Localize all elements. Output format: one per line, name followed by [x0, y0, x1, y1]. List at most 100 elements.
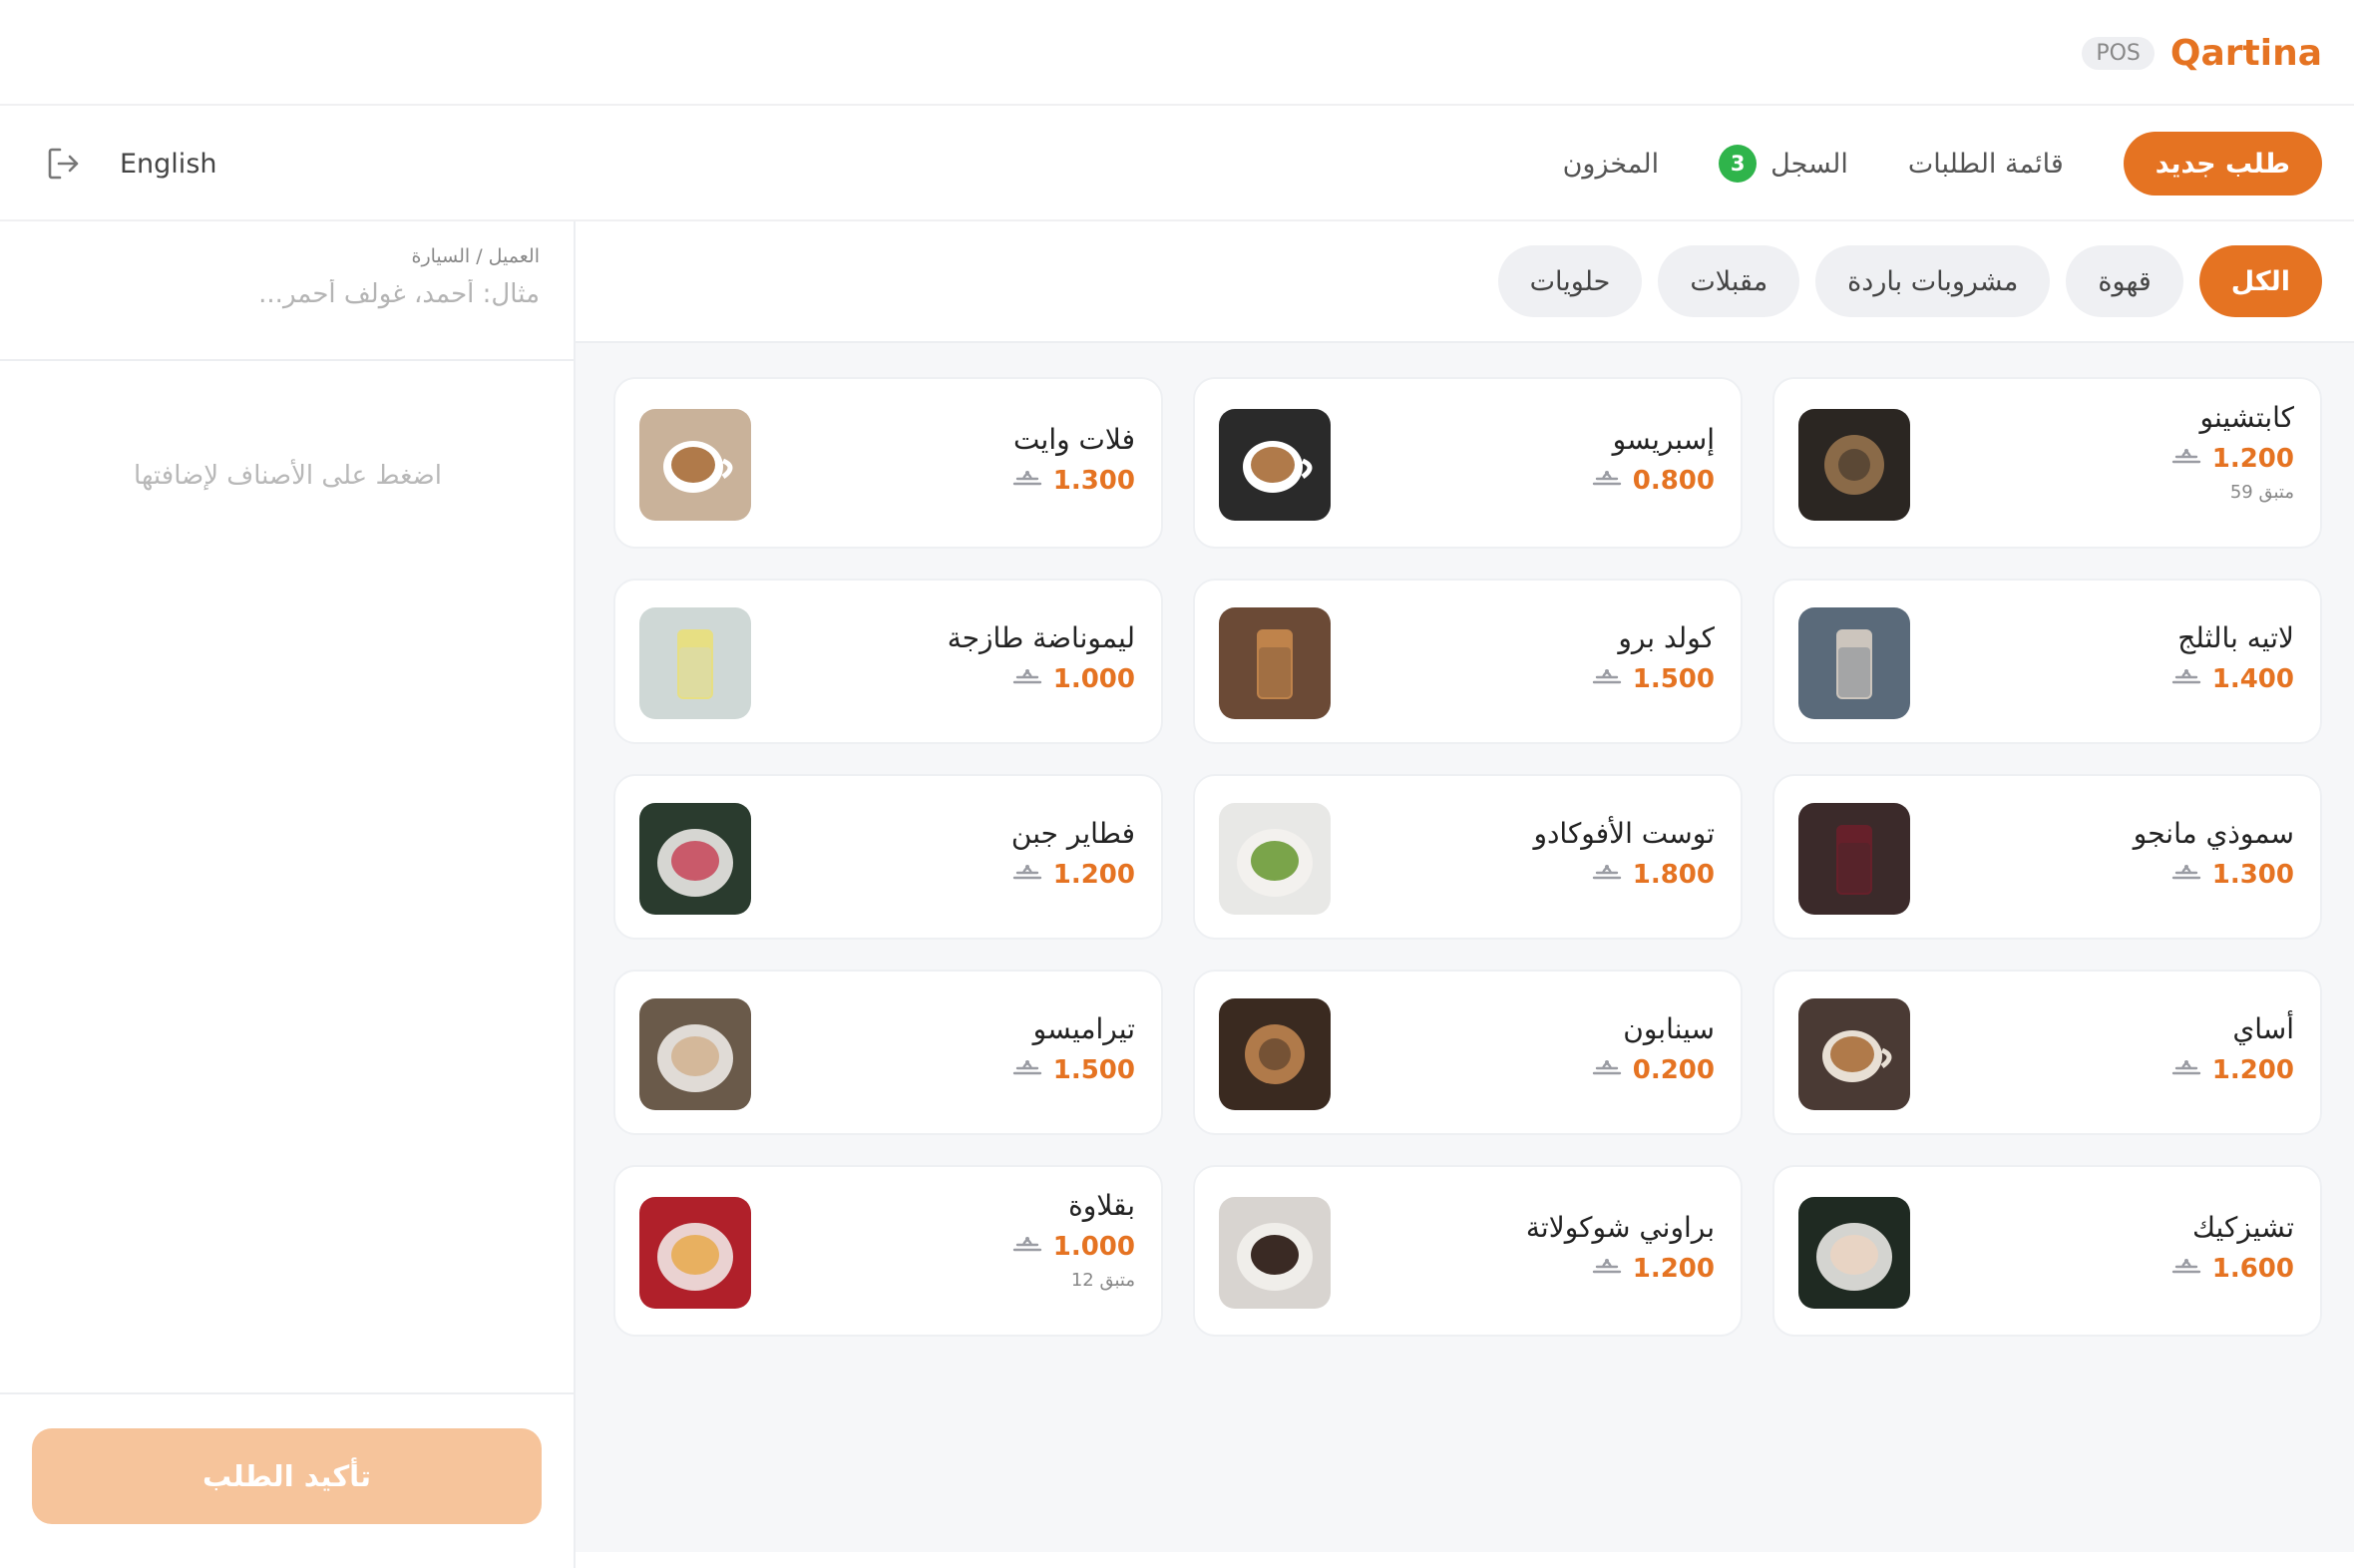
- product-card[interactable]: سموذي مانجو 1.300: [1772, 774, 2322, 940]
- product-price: 0.800: [1632, 466, 1715, 496]
- product-card[interactable]: أساي 1.200: [1772, 970, 2322, 1135]
- product-name: فلات وايت: [1013, 423, 1135, 456]
- product-info: إسبريسو 0.800: [1591, 423, 1715, 496]
- product-info: بقلاوة 1.000 12 متبق: [1011, 1189, 1135, 1291]
- currency-icon: [2170, 664, 2202, 694]
- category-appetizers[interactable]: مقبلات: [1658, 245, 1800, 317]
- tab-inventory[interactable]: المخزون: [1563, 149, 1660, 180]
- category-all[interactable]: الكل: [2198, 245, 2322, 317]
- product-price: 0.200: [1632, 1055, 1715, 1085]
- category-bar: الكل قهوة مشروبات باردة مقبلات حلويات: [576, 221, 2354, 343]
- product-price-row: 1.600: [2170, 1254, 2294, 1284]
- category-filters: الكل قهوة مشروبات باردة مقبلات حلويات: [1497, 245, 2322, 317]
- product-card[interactable]: كولد برو 1.500: [1193, 579, 1743, 744]
- currency-icon: [1591, 466, 1623, 496]
- product-info: كولد برو 1.500: [1591, 621, 1715, 694]
- product-price: 1.200: [1052, 860, 1135, 890]
- product-card[interactable]: سينابون 0.200: [1193, 970, 1743, 1135]
- tab-label: السجل: [1770, 148, 1848, 180]
- product-name: سينابون: [1623, 1012, 1715, 1045]
- product-price-row: 1.200: [1526, 1254, 1715, 1284]
- product-card[interactable]: لاتيه بالثلج 1.400: [1772, 579, 2322, 744]
- product-info: تشيزكيك 1.600: [2170, 1211, 2294, 1284]
- product-info: فلات وايت 1.300: [1011, 423, 1135, 496]
- product-price-row: 1.400: [2170, 664, 2294, 694]
- language-switch[interactable]: English: [120, 149, 217, 180]
- currency-icon: [1011, 1232, 1043, 1262]
- product-name: كولد برو: [1618, 621, 1715, 654]
- product-info: كابتشينو 1.200 59 متبق: [2170, 401, 2294, 503]
- confirm-order-button[interactable]: تأكيد الطلب: [32, 1428, 542, 1524]
- product-name: فطاير جبن: [1010, 817, 1135, 850]
- product-name: تشيزكيك: [2191, 1211, 2294, 1244]
- tab-new-order[interactable]: طلب جديد: [2123, 132, 2322, 196]
- product-info: ليموناضة طازجة 1.000: [948, 621, 1135, 694]
- top-bar: Qartina POS: [0, 0, 2354, 106]
- currency-icon: [1011, 1055, 1043, 1085]
- currency-icon: [1591, 1254, 1623, 1284]
- logout-icon[interactable]: [44, 144, 84, 184]
- product-price: 1.600: [2211, 1254, 2294, 1284]
- customer-section: العميل / السيارة: [0, 221, 574, 361]
- history-count-badge: 3: [1719, 145, 1758, 183]
- product-image: [1219, 409, 1331, 521]
- product-name: كابتشينو: [2199, 401, 2294, 434]
- product-info: فطاير جبن 1.200: [1011, 817, 1135, 890]
- product-image: [1798, 803, 1910, 915]
- product-card[interactable]: ليموناضة طازجة 1.000: [613, 579, 1163, 744]
- product-info: تيراميسو 1.500: [1011, 1012, 1135, 1085]
- product-grid: كابتشينو 1.200 59 متبق إسبريسو 0.800 فلا…: [613, 377, 2322, 1337]
- category-desserts[interactable]: حلويات: [1497, 245, 1643, 317]
- tab-label: المخزون: [1562, 148, 1660, 180]
- product-price: 1.200: [2211, 444, 2294, 474]
- product-price: 1.500: [1632, 664, 1715, 694]
- product-price-row: 0.800: [1591, 466, 1715, 496]
- product-area: الكل قهوة مشروبات باردة مقبلات حلويات كا…: [576, 221, 2354, 1552]
- product-image: [639, 998, 751, 1110]
- category-cold-drinks[interactable]: مشروبات باردة: [1815, 245, 2051, 317]
- product-card[interactable]: تشيزكيك 1.600: [1772, 1165, 2322, 1337]
- product-price-row: 0.200: [1591, 1055, 1715, 1085]
- product-card[interactable]: تيراميسو 1.500: [613, 970, 1163, 1135]
- product-image: [1798, 607, 1910, 719]
- product-image: [1798, 409, 1910, 521]
- category-coffee[interactable]: قهوة: [2066, 245, 2183, 317]
- nav-tabs: طلب جديد قائمة الطلبات السجل 3 المخزون: [1563, 132, 2322, 196]
- product-card[interactable]: براوني شوكولاتة 1.200: [1193, 1165, 1743, 1337]
- product-price: 1.500: [1052, 1055, 1135, 1085]
- product-price-row: 1.000: [1011, 1232, 1135, 1262]
- brand-name: Qartina: [2169, 32, 2322, 74]
- currency-icon: [1011, 466, 1043, 496]
- product-price: 1.200: [1632, 1254, 1715, 1284]
- product-card[interactable]: فلات وايت 1.300: [613, 377, 1163, 549]
- product-name: توست الأفوكادو: [1533, 817, 1715, 850]
- product-image: [1798, 1197, 1910, 1309]
- product-info: أساي 1.200: [2170, 1012, 2294, 1085]
- product-name: ليموناضة طازجة: [947, 621, 1135, 654]
- order-panel: العميل / السيارة اضغط على الأصناف لإضافت…: [0, 221, 576, 1568]
- currency-icon: [1011, 664, 1043, 694]
- customer-input[interactable]: [34, 279, 540, 309]
- product-card[interactable]: إسبريسو 0.800: [1193, 377, 1743, 549]
- product-image: [639, 607, 751, 719]
- product-price: 1.000: [1052, 664, 1135, 694]
- product-name: تيراميسو: [1032, 1012, 1135, 1045]
- product-price: 1.200: [2211, 1055, 2294, 1085]
- nav-left-controls: English: [44, 144, 217, 184]
- tab-orders-list[interactable]: قائمة الطلبات: [1908, 149, 2064, 180]
- product-card[interactable]: كابتشينو 1.200 59 متبق: [1772, 377, 2322, 549]
- product-name: إسبريسو: [1612, 423, 1715, 456]
- product-card[interactable]: بقلاوة 1.000 12 متبق: [613, 1165, 1163, 1337]
- product-name: سموذي مانجو: [2133, 817, 2294, 850]
- product-info: توست الأفوكادو 1.800: [1533, 817, 1715, 890]
- product-image: [1219, 1197, 1331, 1309]
- product-info: سموذي مانجو 1.300: [2134, 817, 2294, 890]
- product-price-row: 1.500: [1591, 664, 1715, 694]
- customer-label: العميل / السيارة: [411, 245, 540, 267]
- product-card[interactable]: فطاير جبن 1.200: [613, 774, 1163, 940]
- tab-label: طلب جديد: [2155, 148, 2290, 180]
- nav-bar: طلب جديد قائمة الطلبات السجل 3 المخزون E…: [0, 106, 2354, 221]
- product-card[interactable]: توست الأفوكادو 1.800: [1193, 774, 1743, 940]
- currency-icon: [2170, 860, 2202, 890]
- tab-history[interactable]: السجل 3: [1719, 145, 1848, 183]
